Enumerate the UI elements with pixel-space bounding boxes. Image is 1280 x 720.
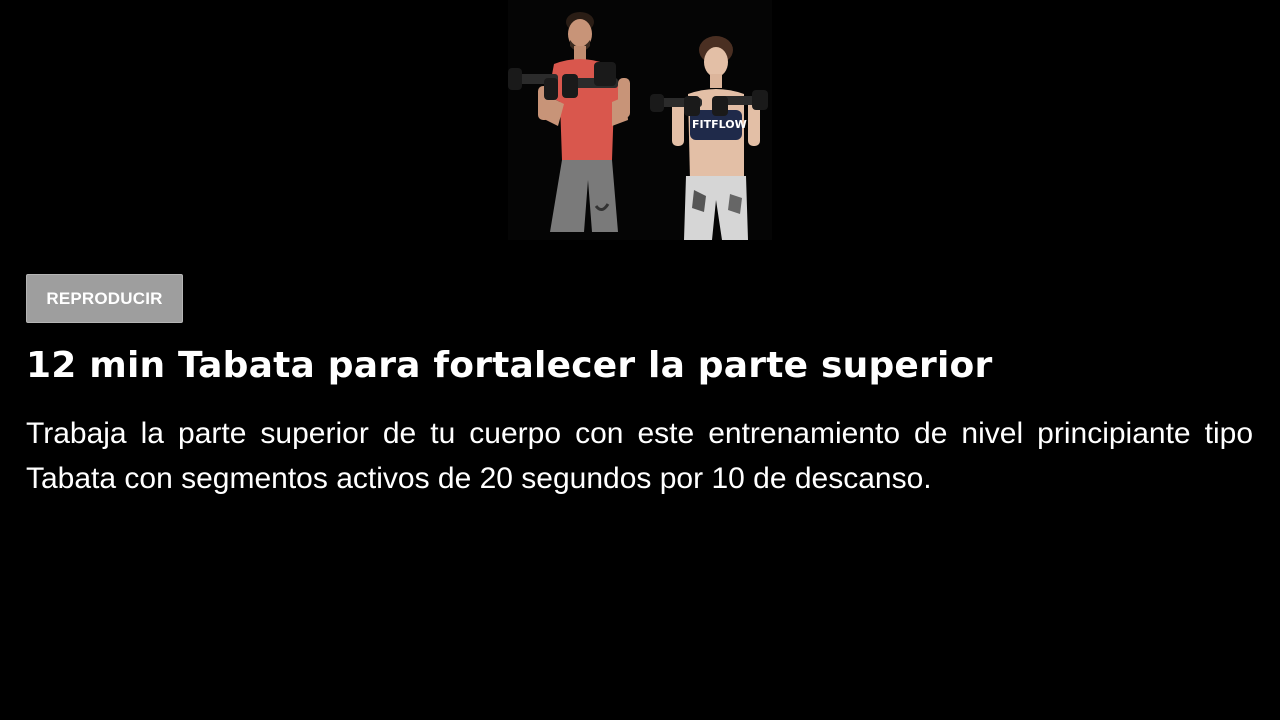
- male-trainer-figure: [508, 12, 630, 232]
- play-button[interactable]: REPRODUCIR: [26, 274, 183, 323]
- shirt-print-text: FITFLOW: [692, 118, 747, 131]
- workout-hero-image: FITFLOW: [508, 0, 772, 240]
- female-trainer-figure: FITFLOW: [650, 36, 768, 240]
- workout-title: 12 min Tabata para fortalecer la parte s…: [26, 345, 993, 386]
- workout-description: Trabaja la parte superior de tu cuerpo c…: [26, 417, 1253, 495]
- trainers-illustration: FITFLOW: [508, 12, 768, 240]
